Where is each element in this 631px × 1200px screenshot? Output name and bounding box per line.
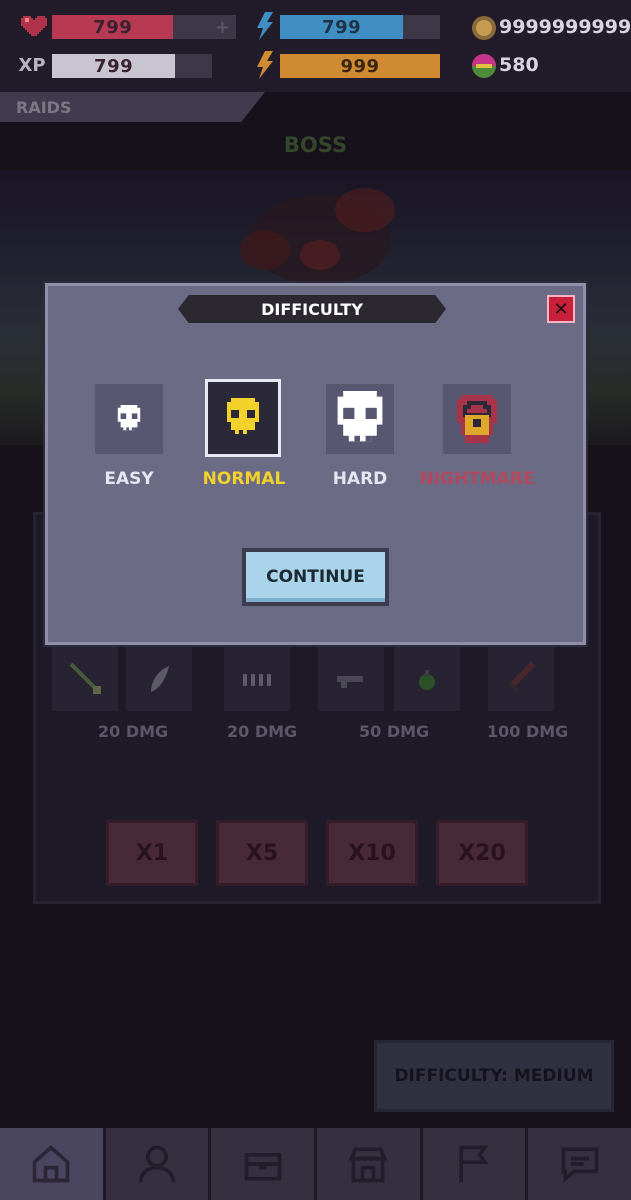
skull-yellow-icon	[227, 398, 259, 434]
difficulty-normal-option[interactable]	[205, 379, 281, 457]
difficulty-nightmare-label: NIGHTMARE	[419, 469, 535, 489]
energy-orange-value: 999	[340, 55, 380, 77]
xp-bar: 799	[52, 54, 212, 78]
energy-blue-bar: 799	[280, 15, 440, 39]
nav-profile[interactable]	[105, 1128, 212, 1200]
nav-chat[interactable]	[528, 1128, 631, 1200]
shop-icon	[349, 1147, 388, 1183]
gem-value: 580	[499, 54, 539, 76]
plus-icon[interactable]: +	[215, 17, 230, 38]
lightning-icon	[250, 51, 278, 79]
close-icon: ✕	[553, 298, 569, 320]
difficulty-nightmare-option[interactable]	[443, 384, 511, 454]
coin-icon	[470, 14, 498, 42]
lock-icon	[457, 395, 497, 443]
energy-orange-bar: 999	[280, 54, 440, 78]
continue-button[interactable]: CONTINUE	[242, 548, 389, 606]
bottom-nav	[0, 1128, 631, 1200]
xp-icon: XP	[18, 54, 46, 76]
difficulty-hard-label: HARD	[332, 469, 388, 489]
flag-icon	[459, 1145, 489, 1183]
health-bar: 799 +	[52, 15, 236, 39]
nav-shop[interactable]	[317, 1128, 423, 1200]
top-status-bar	[0, 0, 631, 92]
xp-value: 799	[94, 55, 134, 77]
skull-large-icon	[337, 391, 383, 442]
difficulty-easy-label: EASY	[104, 469, 154, 489]
profile-icon	[138, 1145, 176, 1183]
heart-icon	[20, 12, 48, 40]
nav-chest[interactable]	[211, 1128, 318, 1200]
difficulty-hard-option[interactable]	[326, 384, 394, 454]
home-icon	[32, 1145, 70, 1183]
health-value: 799	[93, 16, 133, 38]
lightning-icon	[250, 12, 278, 40]
skull-small-icon	[117, 405, 141, 431]
gem-icon	[470, 52, 498, 80]
chest-icon	[244, 1153, 282, 1181]
nav-home[interactable]	[0, 1128, 106, 1200]
energy-blue-value: 799	[322, 16, 362, 38]
difficulty-easy-option[interactable]	[95, 384, 163, 454]
nav-flag[interactable]	[422, 1128, 529, 1200]
coin-value: 9999999999	[499, 16, 631, 38]
modal-title: DIFFICULTY	[178, 295, 446, 323]
modal-backdrop[interactable]	[0, 92, 631, 1200]
chat-icon	[561, 1147, 599, 1183]
close-button[interactable]: ✕	[547, 295, 575, 323]
difficulty-normal-label: NORMAL	[202, 469, 286, 489]
